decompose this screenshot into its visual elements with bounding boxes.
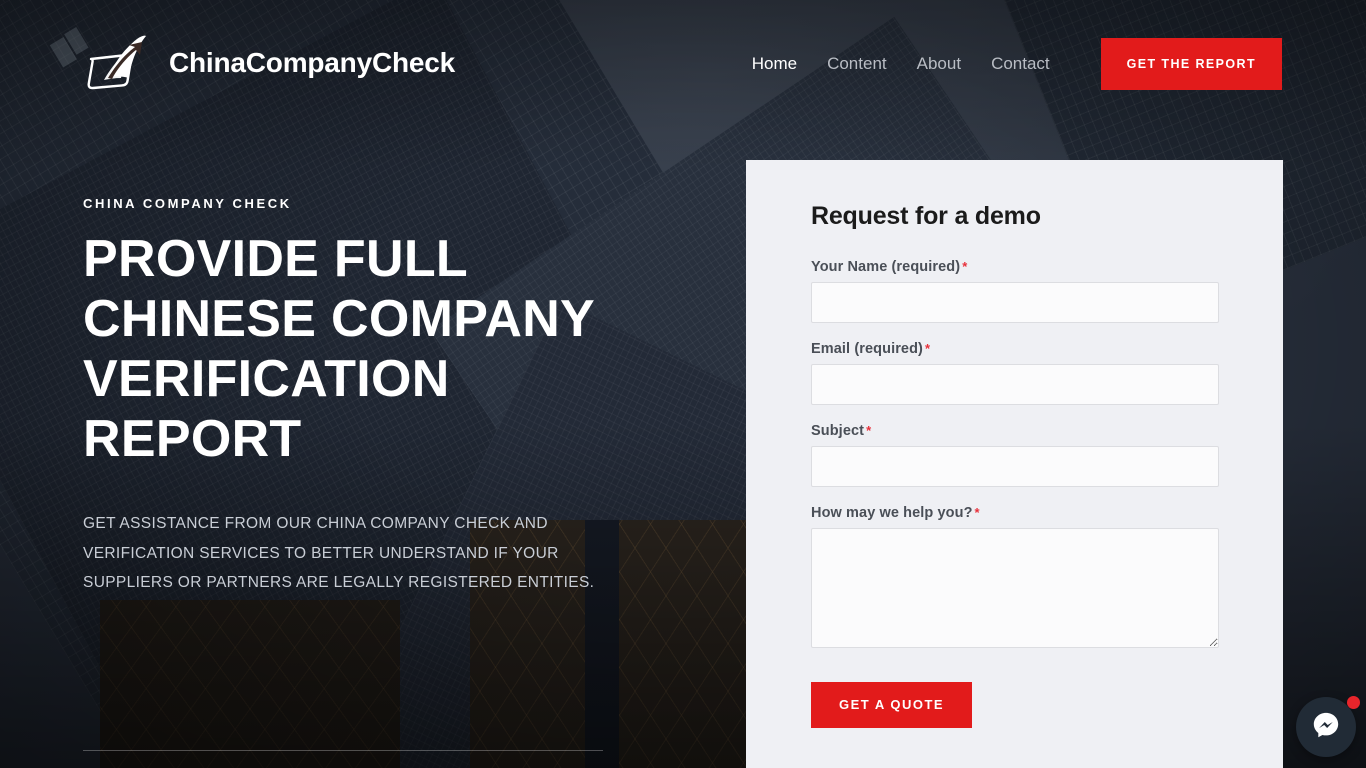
main-navigation: Home Content About Contact GET THE REPOR… — [737, 38, 1282, 90]
hero-eyebrow: CHINA COMPANY CHECK — [83, 196, 292, 211]
get-a-quote-button[interactable]: GET A QUOTE — [811, 682, 973, 728]
message-textarea[interactable] — [811, 528, 1219, 648]
email-input[interactable] — [811, 364, 1219, 405]
field-your-name: Your Name (required) * — [811, 259, 1219, 323]
your-name-input[interactable] — [811, 282, 1219, 323]
required-asterisk: * — [962, 259, 968, 274]
get-the-report-button[interactable]: GET THE REPORT — [1100, 38, 1282, 90]
field-email: Email (required) * — [811, 341, 1219, 405]
arrow-document-logo-icon — [83, 31, 155, 95]
nav-item-contact[interactable]: Contact — [976, 38, 1065, 90]
site-header: ChinaCompanyCheck Home Content About Con… — [0, 0, 1366, 128]
logo-wordmark: ChinaCompanyCheck — [169, 47, 455, 78]
hero-copy: CHINA COMPANY CHECK PROVIDE FULL CHINESE… — [83, 196, 643, 598]
message-label: How may we help you? * — [811, 505, 1218, 521]
your-name-label: Your Name (required) * — [811, 259, 1218, 275]
hero-subcopy: GET ASSISTANCE FROM OUR CHINA COMPANY CH… — [83, 515, 595, 591]
hero-divider — [83, 750, 603, 751]
subject-input[interactable] — [811, 446, 1219, 487]
facebook-messenger-icon — [1311, 710, 1341, 745]
demo-request-form-panel: Request for a demo Your Name (required) *… — [746, 160, 1283, 768]
form-title: Request for a demo — [811, 202, 1041, 230]
hero-headline: PROVIDE FULL CHINESE COMPANY VERIFICATIO… — [83, 230, 595, 468]
required-asterisk: * — [974, 505, 980, 520]
landing-page: ChinaCompanyCheck Home Content About Con… — [0, 0, 1366, 768]
field-subject: Subject * — [811, 423, 1219, 487]
field-message: How may we help you? * — [811, 505, 1219, 648]
email-label-text: Email (required) — [811, 341, 923, 357]
nav-item-home[interactable]: Home — [737, 38, 812, 90]
messenger-chat-button[interactable] — [1296, 696, 1360, 757]
logo-link[interactable]: ChinaCompanyCheck — [83, 31, 455, 95]
required-asterisk: * — [925, 341, 931, 356]
required-asterisk: * — [866, 423, 872, 438]
subject-label-text: Subject — [811, 423, 865, 439]
notification-badge — [1347, 696, 1360, 709]
subject-label: Subject * — [811, 423, 1218, 439]
nav-item-content[interactable]: Content — [812, 38, 902, 90]
nav-item-about[interactable]: About — [902, 38, 976, 90]
email-label: Email (required) * — [811, 341, 1218, 357]
message-label-text: How may we help you? — [811, 505, 973, 521]
your-name-label-text: Your Name (required) — [811, 259, 961, 275]
